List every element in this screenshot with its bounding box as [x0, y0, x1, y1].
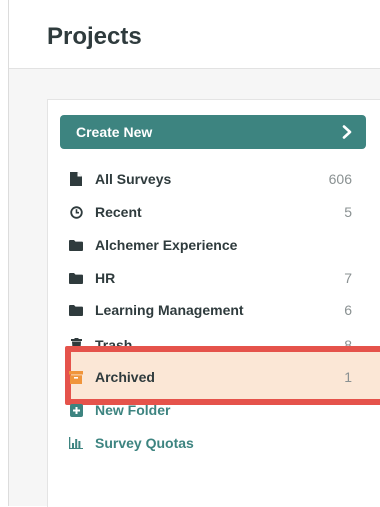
projects-page: Projects Create New All Surveys 606 Rece…: [8, 0, 380, 507]
sidebar-item-learning-management[interactable]: Learning Management 6: [60, 298, 356, 322]
chevron-right-icon: [340, 125, 354, 139]
folder-icon: [69, 303, 83, 317]
item-count: 7: [344, 270, 352, 286]
create-new-label: Create New: [76, 124, 153, 140]
item-count: 6: [344, 302, 352, 318]
sidebar-item-label: Archived: [95, 369, 155, 385]
sidebar-item-recent[interactable]: Recent 5: [60, 200, 356, 224]
new-folder-link[interactable]: New Folder: [60, 398, 356, 422]
sidebar-item-label: HR: [95, 270, 116, 286]
sidebar-item-label: All Surveys: [95, 171, 172, 187]
page-title: Projects: [47, 23, 142, 50]
project-sidebar: Create New All Surveys 606 Recent 5 Alch…: [47, 99, 380, 507]
create-new-button[interactable]: Create New: [60, 115, 366, 149]
survey-quotas-label: Survey Quotas: [95, 435, 194, 451]
clock-icon: [69, 205, 83, 219]
item-count: 5: [344, 204, 352, 220]
sidebar-item-hr[interactable]: HR 7: [60, 266, 356, 290]
new-folder-label: New Folder: [95, 402, 171, 418]
sidebar-item-alchemer-experience[interactable]: Alchemer Experience: [60, 233, 356, 257]
sidebar-item-archived[interactable]: Archived 1: [60, 365, 356, 389]
file-icon: [69, 172, 83, 186]
item-count: 606: [328, 171, 352, 187]
plus-square-icon: [69, 403, 83, 417]
survey-quotas-link[interactable]: Survey Quotas: [60, 431, 356, 455]
folder-icon: [69, 238, 83, 252]
sidebar-item-label: Alchemer Experience: [95, 237, 238, 253]
sidebar-item-all-surveys[interactable]: All Surveys 606: [60, 167, 356, 191]
sidebar-item-label: Recent: [95, 204, 142, 220]
folder-icon: [69, 271, 83, 285]
archive-box-icon: [69, 370, 83, 384]
bar-chart-icon: [69, 436, 83, 450]
page-header: Projects: [9, 0, 380, 69]
sidebar-item-label: Learning Management: [95, 302, 244, 318]
item-count: 1: [344, 369, 352, 385]
